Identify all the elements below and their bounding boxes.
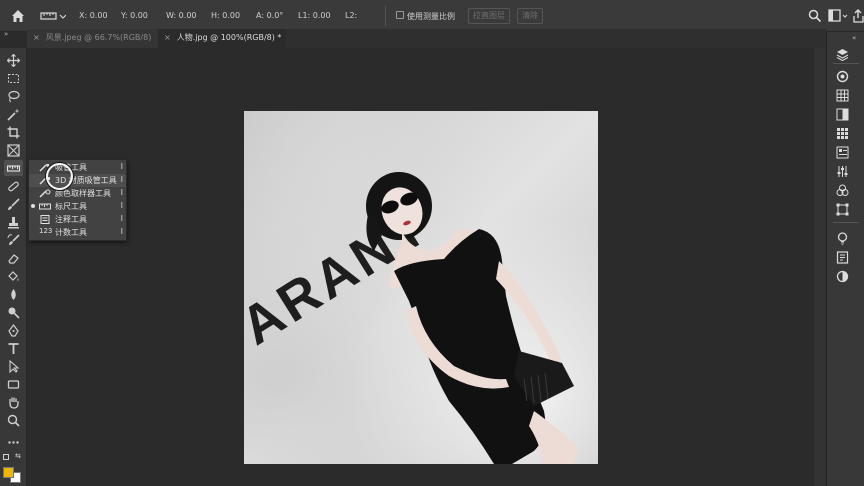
angle-readout: A: 0.0° <box>256 11 284 20</box>
expand-panels-icon[interactable]: « <box>852 34 856 42</box>
clone-stamp-tool-icon[interactable] <box>4 214 23 230</box>
learn-icon[interactable] <box>836 230 849 245</box>
ruler-icon <box>39 203 51 210</box>
share-icon[interactable] <box>852 9 864 23</box>
properties-icon[interactable] <box>836 144 849 159</box>
panel-dock: « <box>826 32 864 486</box>
close-icon[interactable]: × <box>33 33 40 42</box>
type-tool-icon[interactable] <box>4 340 23 356</box>
tab-label: 人物.jpg @ 100%(RGB/8) * <box>176 33 282 42</box>
magic-wand-tool-icon[interactable] <box>4 106 23 122</box>
home-icon[interactable] <box>10 8 26 24</box>
vertical-scrollbar[interactable] <box>814 48 826 486</box>
menu-item-label: 标尺工具 <box>55 202 87 211</box>
shortcut-label: I <box>120 162 123 171</box>
cursor-highlight <box>46 163 73 190</box>
shortcut-label: I <box>120 201 123 210</box>
collapse-toolbar-icon[interactable]: » <box>4 30 14 38</box>
use-measurement-scale-label: 使用测量比例 <box>407 12 455 21</box>
lasso-tool-icon[interactable] <box>4 88 23 104</box>
note-icon <box>40 215 50 224</box>
blur-tool-icon[interactable] <box>4 286 23 302</box>
shortcut-label: I <box>120 188 123 197</box>
comments-icon[interactable] <box>836 249 849 264</box>
y-readout: Y: 0.00 <box>121 11 148 20</box>
menu-item-note[interactable]: 注释工具 I <box>29 213 126 226</box>
move-tool-icon[interactable] <box>4 52 23 68</box>
hand-tool-icon[interactable] <box>4 394 23 410</box>
marquee-tool-icon[interactable] <box>4 70 23 86</box>
x-readout: X: 0.00 <box>79 11 108 20</box>
woman-figure <box>366 172 579 464</box>
l2-readout: L2: <box>345 11 358 20</box>
libraries-icon[interactable] <box>836 182 849 196</box>
divider <box>385 6 386 26</box>
straighten-layer-button[interactable]: 拉直图层 <box>468 8 510 24</box>
zoom-tool-icon[interactable] <box>4 412 23 428</box>
frame-tool-icon[interactable] <box>4 142 23 158</box>
ruler-tool-preset-icon[interactable] <box>40 10 67 22</box>
paths-icon[interactable] <box>836 201 849 216</box>
menu-item-color-sampler[interactable]: 颜色取样器工具 I <box>29 187 126 200</box>
document-tabs: × 风景.jpeg @ 66.7%(RGB/8) × 人物.jpg @ 100%(R… <box>27 29 826 48</box>
swatches-icon[interactable] <box>836 87 849 102</box>
menu-item-label: 注释工具 <box>55 215 87 224</box>
default-colors-icon[interactable] <box>3 454 9 460</box>
l1-readout: L1: 0.00 <box>298 11 331 20</box>
paint-bucket-tool-icon[interactable] <box>4 268 23 284</box>
healing-brush-tool-icon[interactable] <box>4 178 23 194</box>
options-bar: X: 0.00 Y: 0.00 W: 0.00 H: 0.00 A: 0.0° … <box>0 0 864 32</box>
tools-panel: » ⇆ <box>0 30 27 486</box>
width-readout: W: 0.00 <box>166 11 197 20</box>
document-image[interactable]: ARANT <box>244 111 598 464</box>
count-icon: 123 <box>39 227 53 235</box>
gradients-icon[interactable] <box>836 106 849 121</box>
adjustments-icon[interactable] <box>836 163 849 177</box>
eyedropper-tools-flyout: 吸管工具 I 3D 材质吸管工具 I 颜色取样器工具 I 标尺工具 I 注释工具… <box>28 159 127 241</box>
active-tool-indicator <box>31 204 35 208</box>
shortcut-label: I <box>120 227 123 236</box>
foreground-color-swatch[interactable] <box>3 467 14 478</box>
channels-icon[interactable] <box>836 268 849 283</box>
clear-button[interactable]: 清除 <box>517 8 543 24</box>
close-icon[interactable]: × <box>164 33 171 42</box>
menu-item-ruler[interactable]: 标尺工具 I <box>29 200 126 213</box>
shortcut-label: I <box>120 175 123 184</box>
tab-label: 风景.jpeg @ 66.7%(RGB/8) <box>45 33 152 42</box>
menu-item-3d-material-eyedropper[interactable]: 3D 材质吸管工具 I <box>29 174 126 187</box>
patterns-icon[interactable] <box>836 125 849 139</box>
shortcut-label: I <box>120 214 123 223</box>
dodge-tool-icon[interactable] <box>4 304 23 320</box>
swap-colors-icon[interactable]: ⇆ <box>15 452 23 460</box>
menu-item-label: 计数工具 <box>55 228 87 237</box>
path-selection-tool-icon[interactable] <box>4 358 23 374</box>
ruler-tool-icon[interactable] <box>4 160 23 176</box>
history-brush-tool-icon[interactable] <box>4 232 23 248</box>
tab-portrait[interactable]: × 人物.jpg @ 100%(RGB/8) * <box>158 29 286 48</box>
color-sampler-icon <box>39 189 51 198</box>
use-measurement-scale-checkbox[interactable] <box>396 11 404 19</box>
height-readout: H: 0.00 <box>211 11 241 20</box>
layers-icon[interactable] <box>836 46 849 62</box>
workspace-icon[interactable] <box>828 9 848 23</box>
search-icon[interactable] <box>808 9 822 23</box>
pen-tool-icon[interactable] <box>4 322 23 338</box>
menu-item-count[interactable]: 123 计数工具 I <box>29 226 126 239</box>
menu-item-label: 颜色取样器工具 <box>55 189 111 198</box>
color-icon[interactable] <box>836 68 849 83</box>
eraser-tool-icon[interactable] <box>4 250 23 266</box>
brush-tool-icon[interactable] <box>4 196 23 212</box>
menu-item-eyedropper[interactable]: 吸管工具 I <box>29 161 126 174</box>
more-tools-icon[interactable] <box>4 434 23 450</box>
crop-tool-icon[interactable] <box>4 124 23 140</box>
tab-landscape[interactable]: × 风景.jpeg @ 66.7%(RGB/8) <box>27 29 158 48</box>
rectangle-tool-icon[interactable] <box>4 376 23 392</box>
